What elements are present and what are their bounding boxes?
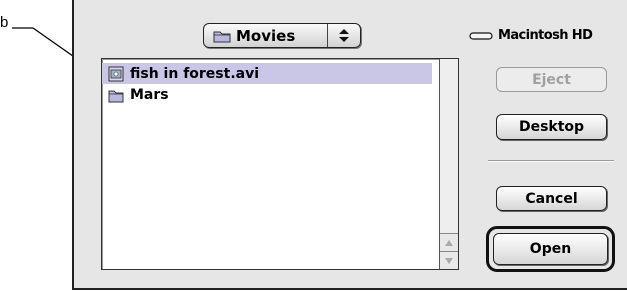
popup-divider <box>327 24 328 47</box>
scroll-up-button[interactable] <box>440 233 458 251</box>
open-button[interactable]: Open <box>493 233 608 265</box>
folder-icon <box>108 90 124 102</box>
folder-popup-label: Movies <box>236 26 296 45</box>
desktop-button[interactable]: Desktop <box>496 114 607 140</box>
volume-label: Macintosh HD <box>498 28 593 43</box>
movie-file-icon <box>108 66 124 81</box>
cancel-button[interactable]: Cancel <box>496 186 607 211</box>
eject-button[interactable]: Eject <box>496 67 607 92</box>
scroll-down-button[interactable] <box>440 251 458 269</box>
volume-indicator: Macintosh HD <box>469 28 593 43</box>
scroll-up-arrow-icon <box>445 239 453 246</box>
hard-disk-icon <box>469 31 493 40</box>
file-list[interactable]: fish in forest.avi Mars <box>101 58 459 270</box>
folder-icon <box>213 31 231 42</box>
scroll-down-arrow-icon <box>445 257 453 264</box>
button-separator <box>488 160 614 162</box>
file-row-fish-in-forest[interactable]: fish in forest.avi <box>102 63 432 84</box>
open-file-dialog: Movies fish in forest.avi Mars Macintosh… <box>72 0 627 290</box>
file-name: Mars <box>130 86 169 103</box>
file-name: fish in forest.avi <box>130 65 260 82</box>
folder-popup-menu[interactable]: Movies <box>203 23 361 48</box>
up-down-arrows-icon <box>339 29 349 42</box>
vertical-scrollbar[interactable] <box>439 59 458 269</box>
file-row-mars[interactable]: Mars <box>102 84 432 105</box>
